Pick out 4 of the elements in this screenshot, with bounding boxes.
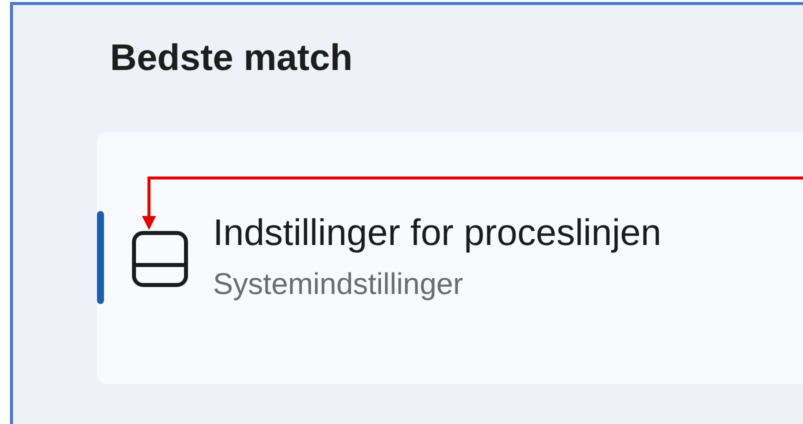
search-result[interactable]: Indstillinger for proceslinjen Systemindstillinger [97, 132, 803, 384]
result-subtitle: Systemindstillinger [213, 267, 464, 304]
result-title: Indstillinger for proceslinjen [213, 212, 662, 254]
section-heading: Bedste match [110, 39, 354, 76]
